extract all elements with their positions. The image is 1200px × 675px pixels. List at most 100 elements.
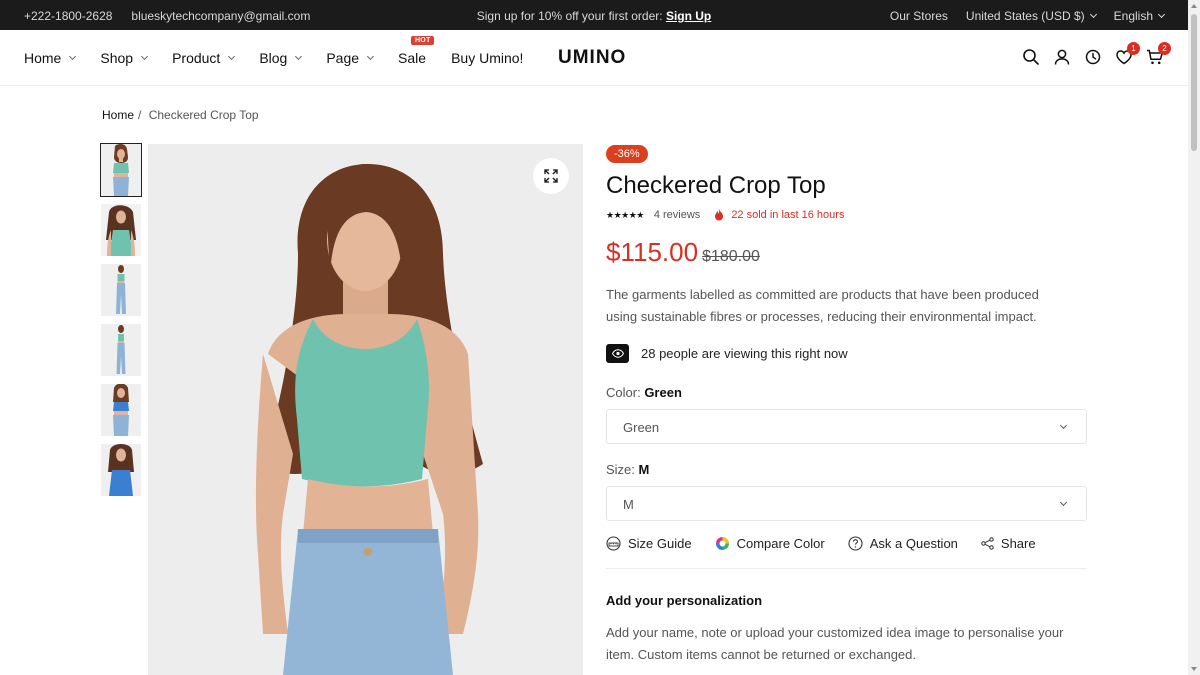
chevron-down-icon	[1059, 421, 1068, 430]
reviews-link[interactable]: 4 reviews	[654, 209, 700, 221]
ruler-icon	[606, 536, 621, 551]
chevron-down-icon	[1157, 10, 1166, 19]
nav-label: Home	[24, 50, 62, 66]
size-select-value: M	[623, 497, 634, 512]
chevron-down-icon	[367, 52, 375, 60]
size-value: M	[638, 462, 650, 477]
main-product-image[interactable]	[148, 144, 583, 675]
sold-text: 22 sold in last 16 hours	[731, 209, 845, 221]
recently-viewed-icon[interactable]	[1084, 48, 1102, 66]
nav-page[interactable]: Page	[326, 50, 375, 66]
nav-label: Sale	[398, 50, 427, 66]
promo-text: Sign up for 10% off your first order:	[476, 9, 663, 23]
nav-label: Shop	[100, 50, 134, 66]
main-nav: Home Shop Product Blog Page Sale HOT Buy …	[24, 36, 548, 66]
wishlist-count-badge: 1	[1127, 42, 1140, 55]
product-title: Checkered Crop Top	[606, 172, 826, 199]
chevron-down-icon	[295, 52, 303, 60]
viewing-text: 28 people are viewing this right now	[641, 346, 848, 361]
discount-badge: -36%	[606, 145, 648, 163]
size-guide-button[interactable]: Size Guide	[606, 536, 692, 551]
thumbnail-gallery	[100, 143, 142, 504]
compare-color-label: Compare Color	[736, 536, 825, 551]
currency-selector[interactable]: United States (USD $)	[965, 9, 1097, 23]
page-scrollbar[interactable]	[1188, 0, 1200, 675]
expand-icon	[544, 169, 558, 183]
account-icon[interactable]	[1053, 48, 1071, 66]
breadcrumb-home[interactable]: Home	[102, 108, 134, 122]
product-thumbnail[interactable]	[101, 384, 141, 436]
scrollbar-thumb[interactable]	[1191, 14, 1197, 151]
product-thumbnail[interactable]	[100, 143, 142, 197]
nav-home[interactable]: Home	[24, 50, 77, 66]
chevron-down-icon	[1089, 10, 1097, 19]
compare-color-button[interactable]: Compare Color	[715, 536, 825, 551]
scroll-up-arrow-icon[interactable]	[1191, 4, 1197, 8]
nav-buy-umino[interactable]: Buy Umino!	[451, 50, 523, 66]
sold-indicator: 22 sold in last 16 hours	[714, 209, 844, 221]
chevron-down-icon	[69, 52, 77, 60]
color-select-value: Green	[623, 420, 660, 435]
color-label-text: Color:	[606, 385, 641, 400]
share-label: Share	[1000, 536, 1036, 551]
language-label: English	[1113, 9, 1153, 23]
size-guide-label: Size Guide	[628, 536, 692, 551]
product-info: -36% Checkered Crop Top ★★★★★ 4 reviews …	[606, 144, 1088, 666]
chevron-down-icon	[228, 52, 236, 60]
breadcrumb: Home / Checkered Crop Top	[102, 108, 259, 122]
color-value: Green	[644, 385, 682, 400]
divider	[606, 568, 1087, 569]
product-description: The garments labelled as committed are p…	[606, 287, 1039, 324]
site-header: Home Shop Product Blog Page Sale HOT Buy …	[0, 30, 1188, 86]
size-label-text: Size:	[606, 462, 635, 477]
nav-sale[interactable]: Sale HOT	[398, 36, 435, 66]
language-selector[interactable]: English	[1113, 9, 1166, 23]
color-wheel-icon	[715, 537, 729, 550]
personalization-description: Add your name, note or upload your custo…	[606, 625, 1064, 662]
our-stores-link[interactable]: Our Stores	[890, 9, 948, 23]
breadcrumb-separator: /	[138, 108, 142, 122]
hot-badge: HOT	[411, 36, 435, 45]
nav-shop[interactable]: Shop	[100, 50, 149, 66]
nav-blog[interactable]: Blog	[259, 50, 303, 66]
current-price: $115.00	[606, 237, 699, 267]
color-label: Color: Green	[606, 385, 1088, 400]
fire-icon	[715, 209, 724, 221]
ask-question-button[interactable]: Ask a Question	[848, 536, 958, 551]
product-meta: ★★★★★ 4 reviews 22 sold in last 16 hours	[606, 209, 1088, 221]
announcement-bar: +222-1800-2628 blueskytechcompany@gmail.…	[0, 0, 1188, 30]
original-price: $180.00	[702, 248, 760, 265]
product-thumbnail[interactable]	[101, 444, 141, 496]
size-select[interactable]: M	[606, 486, 1087, 521]
price-block: $115.00 $180.00	[606, 237, 1088, 268]
cart-count-badge: 2	[1158, 42, 1171, 55]
rating-stars[interactable]: ★★★★★	[606, 210, 644, 221]
search-icon[interactable]	[1022, 48, 1040, 66]
wishlist-icon[interactable]: 1	[1115, 42, 1140, 66]
product-thumbnail[interactable]	[101, 324, 141, 376]
share-icon	[981, 537, 994, 550]
nav-label: Product	[172, 50, 221, 66]
scroll-down-arrow-icon[interactable]	[1191, 667, 1197, 671]
sign-up-link[interactable]: Sign Up	[666, 9, 711, 23]
zoom-button[interactable]	[533, 158, 569, 194]
product-thumbnail[interactable]	[101, 264, 141, 316]
chevron-down-icon	[1059, 498, 1068, 507]
share-button[interactable]: Share	[981, 536, 1036, 551]
chevron-down-icon	[141, 52, 149, 60]
currency-label: United States (USD $)	[965, 9, 1085, 23]
header-icons: 1 2	[1022, 42, 1171, 66]
ask-question-label: Ask a Question	[869, 536, 958, 551]
cart-icon[interactable]: 2	[1146, 42, 1171, 66]
product-thumbnail[interactable]	[101, 204, 141, 256]
site-logo[interactable]: UMINO	[558, 47, 626, 69]
nav-label: Buy Umino!	[451, 50, 524, 66]
color-select[interactable]: Green	[606, 409, 1087, 444]
product-actions: Size Guide Compare Color Ask a Question …	[606, 536, 1088, 551]
eye-icon	[606, 344, 629, 363]
nav-label: Blog	[259, 50, 288, 66]
question-icon	[848, 536, 863, 551]
personalization-title: Add your personalization	[606, 593, 763, 608]
nav-product[interactable]: Product	[172, 50, 236, 66]
live-viewers: 28 people are viewing this right now	[606, 344, 1088, 363]
